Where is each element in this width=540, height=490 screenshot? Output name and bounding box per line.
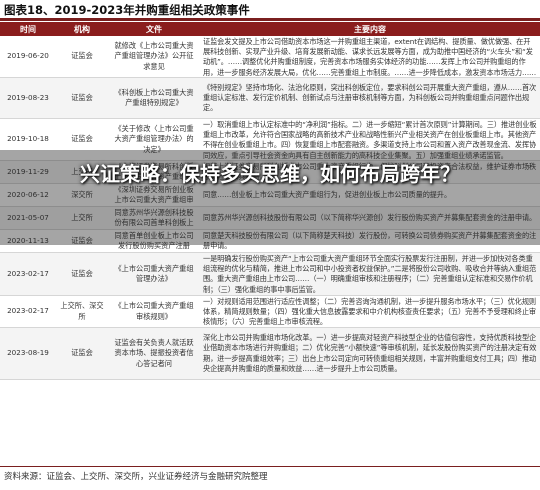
row-institution: 上交所、深交所 (56, 295, 108, 328)
row-document: 证监会有关负责人就活跃资本市场、提振投资者信心答记者问 (108, 327, 200, 380)
row-content: 一）对规则适用范围进行适应性调整；（二）完善咨询沟通机制，进一步提升服务市场水平… (200, 295, 540, 328)
row-institution: 证监会 (56, 77, 108, 119)
row-date: 2023-02-17 (0, 295, 56, 328)
table-row: 2023-08-19 证监会 证监会有关负责人就活跃资本市场、提振投资者信心答记者问… (0, 327, 540, 380)
row-content: 深化上市公司并购重组市场化改革。一）进一步提高对轻资产科技型企业的估值包容性，支… (200, 327, 540, 380)
row-institution: 证监会 (56, 36, 108, 78)
table-header-row: 时间 机构 文件 主要内容 (0, 22, 540, 36)
table-row: 2023-02-17 上交所、深交所 《上市公司重大资产重组审核规则》 一）对规则适用… (0, 295, 540, 328)
top-rule (0, 18, 540, 21)
source-note: 资料来源：证监会、上交所、深交所，兴业证券经济与金融研究院整理 (4, 472, 268, 482)
figure-title: 图表18、2019-2023年并购重组相关政策事件 (4, 3, 250, 17)
row-institution: 证监会 (56, 327, 108, 380)
header-date: 时间 (0, 22, 56, 36)
table-row: 2019-06-20 证监会 就修改《上市公司重大资产重组管理办法》公开征求意见 证监… (0, 36, 540, 78)
table-row: 2023-02-17 证监会 《上市公司重大资产重组管理办法》 一是明确发行股份购买资… (0, 252, 540, 296)
bottom-rule (0, 466, 540, 467)
row-document: 就修改《上市公司重大资产重组管理办法》公开征求意见 (108, 36, 200, 78)
table-row: 2019-08-23 证监会 《科创板上市公司重大资产重组特别规定》 《特别规定》坚持… (0, 77, 540, 119)
overlay-title: 兴证策略：保持多头思维，如何布局跨年？ (80, 162, 460, 186)
row-document: 《上市公司重大资产重组审核规则》 (108, 295, 200, 328)
row-date: 2019-08-23 (0, 77, 56, 119)
header-document: 文件 (108, 22, 200, 36)
row-document: 《上市公司重大资产重组管理办法》 (108, 252, 200, 296)
row-institution: 证监会 (56, 252, 108, 296)
row-date: 2019-06-20 (0, 36, 56, 78)
row-content: 一是明确发行股份购买资产“上市公司重大资产重组环节全面实行股票发行注册制，并进一… (200, 252, 540, 296)
row-date: 2023-02-17 (0, 252, 56, 296)
row-content: 《特别规定》坚持市场化、法治化原则，突出科创板定位，要求科创公司开展重大资产重组… (200, 77, 540, 119)
row-document: 《科创板上市公司重大资产重组特别规定》 (108, 77, 200, 119)
row-date: 2023-08-19 (0, 327, 56, 380)
header-content: 主要内容 (200, 22, 540, 36)
header-institution: 机构 (56, 22, 108, 36)
row-content: 证监会发文提及上市公司借助资本市场这一并购重组主渠道，extent在调结构、提质… (200, 36, 540, 78)
